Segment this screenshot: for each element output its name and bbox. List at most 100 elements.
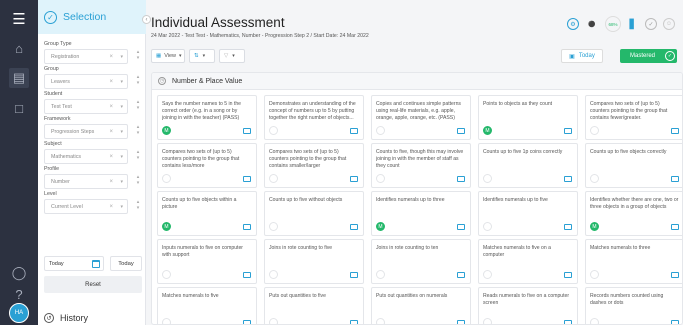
status-badge[interactable] [376,126,385,135]
help-icon[interactable]: ◯ [9,263,29,283]
filter-select[interactable]: Progression Steps × ▾ [44,124,128,139]
toggle-icon[interactable]: ⚫ [585,18,599,30]
comment-icon[interactable] [243,224,251,230]
comment-icon[interactable] [350,224,358,230]
status-badge[interactable] [269,270,278,279]
comment-icon[interactable] [243,128,251,134]
sort-dropdown[interactable]: ⇅ ▾ [189,49,215,63]
status-badge[interactable]: M [376,222,385,231]
filter-select[interactable]: Test Test × ▾ [44,99,128,114]
status-badge[interactable] [376,270,385,279]
view-dropdown[interactable]: ▦ View ▾ [151,49,185,63]
objective-card[interactable]: Reads numerals to five on a computer scr… [478,287,578,324]
objective-card[interactable]: Identifies numerals up to three M [371,191,471,236]
status-badge[interactable] [376,174,385,183]
objective-card[interactable]: Identifies numerals up to five [478,191,578,236]
status-badge[interactable] [376,318,385,324]
comment-icon[interactable] [564,272,572,278]
comment-icon[interactable] [564,224,572,230]
status-badge[interactable] [162,174,171,183]
status-badge[interactable]: M [483,126,492,135]
home-icon[interactable]: ⌂ [9,38,29,58]
objective-card[interactable]: Counts up to five objects correctly [585,143,682,188]
stack-logo-icon[interactable]: ☰ [9,9,29,29]
stepper-icon[interactable]: ▴ ▾ [134,124,142,139]
chart-icon[interactable]: □ [9,98,29,118]
clear-icon[interactable]: × [109,54,113,60]
comment-icon[interactable] [350,272,358,278]
comment-icon[interactable] [564,320,572,324]
clear-icon[interactable]: × [109,154,113,160]
comment-icon[interactable] [457,320,465,324]
objective-card[interactable]: Counts up to five 1p coins correctly [478,143,578,188]
objective-card[interactable]: Counts up to five without objects [264,191,364,236]
status-badge[interactable] [269,318,278,324]
comment-icon[interactable] [350,176,358,182]
objective-card[interactable]: Compares two sets of (up to 5) counters … [585,95,682,140]
stepper-icon[interactable]: ▴ ▾ [134,199,142,214]
collapse-panel-button[interactable]: ‹ [142,15,151,24]
date-input[interactable]: Today [44,256,104,271]
status-badge[interactable] [269,126,278,135]
filter-select[interactable]: Current Level × ▾ [44,199,128,214]
comment-icon[interactable] [671,224,679,230]
comment-icon[interactable] [350,320,358,324]
stepper-icon[interactable]: ▴ ▾ [134,99,142,114]
settings-icon[interactable]: ⚙ [567,18,579,30]
clear-icon[interactable]: × [109,179,113,185]
smiley-icon[interactable]: ☺ [663,18,675,30]
status-badge[interactable] [483,318,492,324]
progress-badge[interactable]: 68% [605,16,621,32]
comment-icon[interactable] [457,272,465,278]
status-badge[interactable] [590,270,599,279]
objective-card[interactable]: Counts up to five objects within a pictu… [157,191,257,236]
check-circle-icon[interactable]: ✓ [645,18,657,30]
status-badge[interactable] [590,126,599,135]
objective-card[interactable]: Matches numerals to five on a computer [478,239,578,284]
objective-card[interactable]: Records numbers counted using dashes or … [585,287,682,324]
clear-icon[interactable]: × [109,129,113,135]
objective-card[interactable]: Joins in rote counting to five [264,239,364,284]
objective-card[interactable]: Joins in rote counting to ten [371,239,471,284]
comment-icon[interactable] [457,224,465,230]
comment-icon[interactable] [564,128,572,134]
history-link[interactable]: ↺ History [44,313,88,323]
status-badge[interactable] [590,318,599,324]
comment-icon[interactable] [243,176,251,182]
status-badge[interactable] [483,174,492,183]
status-badge[interactable] [162,318,171,324]
reset-button[interactable]: Reset [44,276,142,293]
objective-card[interactable]: Puts out quantities on numerals [371,287,471,324]
comment-icon[interactable] [457,128,465,134]
objective-card[interactable]: Copies and continues simple patterns usi… [371,95,471,140]
comment-icon[interactable] [671,320,679,324]
clear-icon[interactable]: × [109,104,113,110]
status-badge[interactable] [483,222,492,231]
today-button[interactable]: Today [110,256,142,271]
objective-card[interactable]: Compares two sets of (up to 5) counters … [157,143,257,188]
status-badge[interactable] [162,270,171,279]
filter-select[interactable]: Mathematics × ▾ [44,149,128,164]
stepper-icon[interactable]: ▴ ▾ [134,74,142,89]
objective-card[interactable]: Matches numerals to three [585,239,682,284]
filter-dropdown[interactable]: ▽ ▾ [219,49,245,63]
status-badge[interactable]: M [162,126,171,135]
comment-icon[interactable] [671,176,679,182]
objective-card[interactable]: Identifies whether there are one, two or… [585,191,682,236]
today-filter-button[interactable]: ▣ Today [561,49,603,63]
bar-chart-icon[interactable]: ▋ [627,18,639,30]
objective-card[interactable]: Matches numerals to five [157,287,257,324]
objective-card[interactable]: Inputs numerals to five on computer with… [157,239,257,284]
clear-icon[interactable]: × [109,79,113,85]
filter-select[interactable]: Leavers × ▾ [44,74,128,89]
comment-icon[interactable] [243,320,251,324]
user-avatar[interactable]: HA [9,303,29,323]
stepper-icon[interactable]: ▴ ▾ [134,174,142,189]
filter-select[interactable]: Number × ▾ [44,174,128,189]
comment-icon[interactable] [671,272,679,278]
status-badge[interactable] [590,174,599,183]
comment-icon[interactable] [457,176,465,182]
status-badge[interactable] [269,222,278,231]
assessment-icon[interactable]: ▤ [9,68,29,88]
objective-card[interactable]: Demonstrates an understanding of the con… [264,95,364,140]
